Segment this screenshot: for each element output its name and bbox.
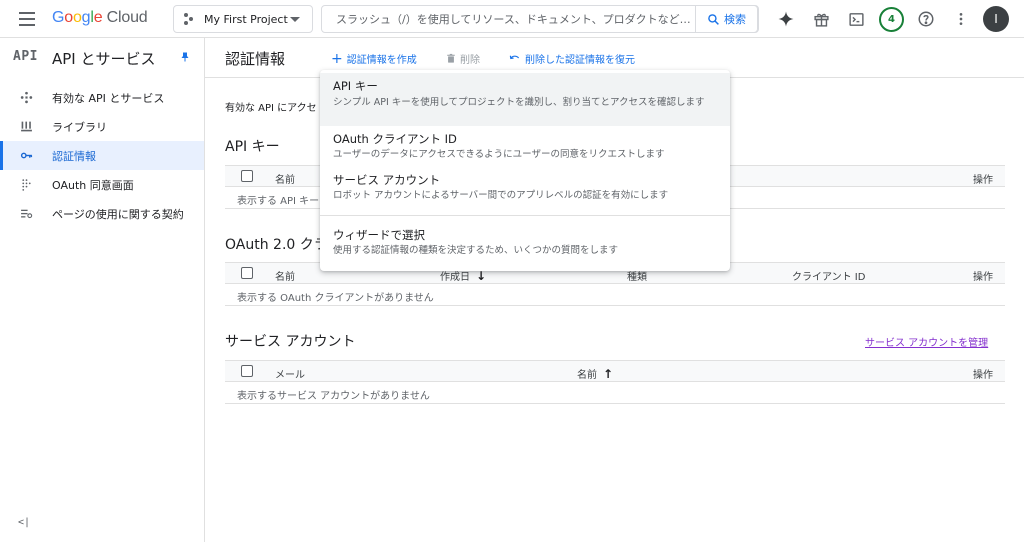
column-actions: 操作 [973, 272, 993, 283]
project-selector[interactable]: My First Project [173, 5, 313, 33]
menu-item-description: シンプル API キーを使用してプロジェクトを識別し、割り当てとアクセスを確認し… [333, 97, 705, 108]
column-actions: 操作 [973, 175, 993, 186]
project-name: My First Project [204, 12, 288, 26]
undo-icon [509, 55, 520, 60]
search-bar: 検索 [321, 5, 759, 33]
logo-google-text: Google [52, 9, 103, 26]
plus-icon: + [331, 50, 343, 67]
gemini-icon[interactable] [774, 7, 798, 31]
search-button[interactable]: 検索 [695, 5, 758, 33]
sidebar-item-label: ページの使用に関する契約 [52, 208, 184, 221]
sidebar-item-label: ライブラリ [52, 121, 107, 134]
menu-item-title: サービス アカウント [333, 173, 441, 187]
sort-arrow-down-icon: ↓ [476, 268, 487, 283]
select-all-checkbox[interactable] [241, 170, 253, 182]
empty-message: 表示する OAuth クライアントがありません [237, 293, 434, 304]
search-button-label: 検索 [724, 13, 746, 26]
menu-item-title: ウィザードで選択 [333, 228, 425, 242]
oauth-dots-icon [20, 178, 33, 191]
manage-service-accounts-link[interactable]: サービス アカウントを管理 [865, 334, 988, 349]
more-vert-icon[interactable] [949, 7, 973, 31]
create-credentials-button[interactable]: + 認証情報を作成 [331, 50, 417, 67]
trash-icon [447, 53, 455, 63]
column-name-label: 名前 [577, 370, 597, 381]
oauth-empty-row: 表示する OAuth クライアントがありません [225, 284, 1005, 306]
api-logo: API [13, 49, 38, 64]
delete-label: 削除 [460, 55, 480, 66]
cloud-shell-icon[interactable] [844, 7, 868, 31]
pin-icon[interactable] [179, 50, 191, 64]
create-credentials-menu: API キー シンプル API キーを使用してプロジェクトを識別し、割り当てとア… [320, 70, 730, 271]
search-icon [708, 13, 719, 25]
sidebar-item-enabled-apis[interactable]: 有効な API とサービス [0, 83, 204, 112]
sidebar-item-label: OAuth 同意画面 [52, 179, 134, 192]
column-email[interactable]: メール [275, 366, 305, 381]
caret-down-icon [290, 17, 300, 22]
sidebar-item-label: 認証情報 [52, 150, 96, 163]
service-accounts-empty-row: 表示するサービス アカウントがありません [225, 382, 1005, 404]
sidebar-header: API API とサービス [0, 38, 204, 78]
sidebar-item-oauth-consent[interactable]: OAuth 同意画面 [0, 170, 204, 199]
key-icon [20, 149, 33, 162]
gift-icon[interactable] [809, 7, 833, 31]
sidebar-item-library[interactable]: ライブラリ [0, 112, 204, 141]
sidebar: API API とサービス 有効な API とサービス ライブラリ 認証情報 O… [0, 38, 205, 542]
library-icon [20, 120, 33, 133]
main-menu-icon[interactable] [15, 9, 39, 29]
top-bar: Google Cloud My First Project 検索 4 I [0, 0, 1024, 38]
avatar[interactable]: I [983, 6, 1009, 32]
menu-item-title: API キー [333, 79, 378, 93]
column-name[interactable]: 名前 [275, 268, 295, 283]
sidebar-item-credentials[interactable]: 認証情報 [0, 141, 204, 170]
collapse-sidebar-icon[interactable]: <| [18, 517, 30, 528]
create-credentials-label: 認証情報を作成 [346, 55, 417, 66]
menu-item-description: ユーザーのデータにアクセスできるようにユーザーの同意をリクエストします [333, 149, 665, 160]
settings-list-icon [20, 207, 33, 220]
page-title: 認証情報 [225, 50, 286, 68]
project-icon [184, 13, 196, 25]
sidebar-item-page-usage-agreements[interactable]: ページの使用に関する契約 [0, 199, 204, 228]
logo-cloud-text: Cloud [106, 9, 148, 26]
notifications-badge[interactable]: 4 [879, 7, 904, 32]
menu-item-api-key[interactable]: API キー シンプル API キーを使用してプロジェクトを識別し、割り当てとア… [320, 73, 730, 126]
api-keys-section-title: API キー [225, 139, 280, 155]
menu-item-description: ロボット アカウントによるサーバー間でのアプリレベルの認証を有効にします [333, 190, 669, 201]
menu-item-title: OAuth クライアント ID [333, 132, 457, 146]
menu-item-wizard[interactable]: ウィザードで選択 使用する認証情報の種類を決定するため、いくつかの質問をします [320, 222, 730, 262]
menu-item-description: 使用する認証情報の種類を決定するため、いくつかの質問をします [333, 245, 619, 256]
select-all-checkbox[interactable] [241, 365, 253, 377]
sidebar-title: API とサービス [52, 50, 156, 68]
column-actions: 操作 [973, 370, 993, 381]
oauth-section-title: OAuth 2.0 クラ [225, 237, 328, 253]
api-dots-icon [20, 91, 33, 104]
menu-item-oauth-client-id[interactable]: OAuth クライアント ID ユーザーのデータにアクセスできるようにユーザーの… [320, 126, 730, 166]
delete-button[interactable]: 削除 [446, 51, 480, 66]
column-client-id[interactable]: クライアント ID [792, 268, 865, 283]
help-icon[interactable] [914, 7, 938, 31]
restore-label: 削除した認証情報を復元 [525, 55, 635, 66]
sort-arrow-up-icon: ↑ [603, 366, 614, 381]
intro-text: 有効な API にアクセ [225, 103, 317, 114]
menu-divider [320, 215, 730, 216]
column-name[interactable]: 名前 ↑ [577, 366, 614, 382]
service-accounts-section-title: サービス アカウント [225, 334, 356, 350]
column-name[interactable]: 名前 [275, 171, 295, 186]
service-accounts-table-header: メール 名前 ↑ 操作 [225, 360, 1005, 382]
select-all-checkbox[interactable] [241, 267, 253, 279]
sidebar-item-label: 有効な API とサービス [52, 92, 165, 105]
menu-item-service-account[interactable]: サービス アカウント ロボット アカウントによるサーバー間でのアプリレベルの認証… [320, 167, 730, 207]
search-input[interactable] [322, 6, 696, 32]
empty-message: 表示する API キー [237, 196, 320, 207]
google-cloud-logo[interactable]: Google Cloud [52, 9, 148, 27]
restore-deleted-credentials-button[interactable]: 削除した認証情報を復元 [508, 51, 635, 66]
empty-message: 表示するサービス アカウントがありません [237, 391, 430, 402]
